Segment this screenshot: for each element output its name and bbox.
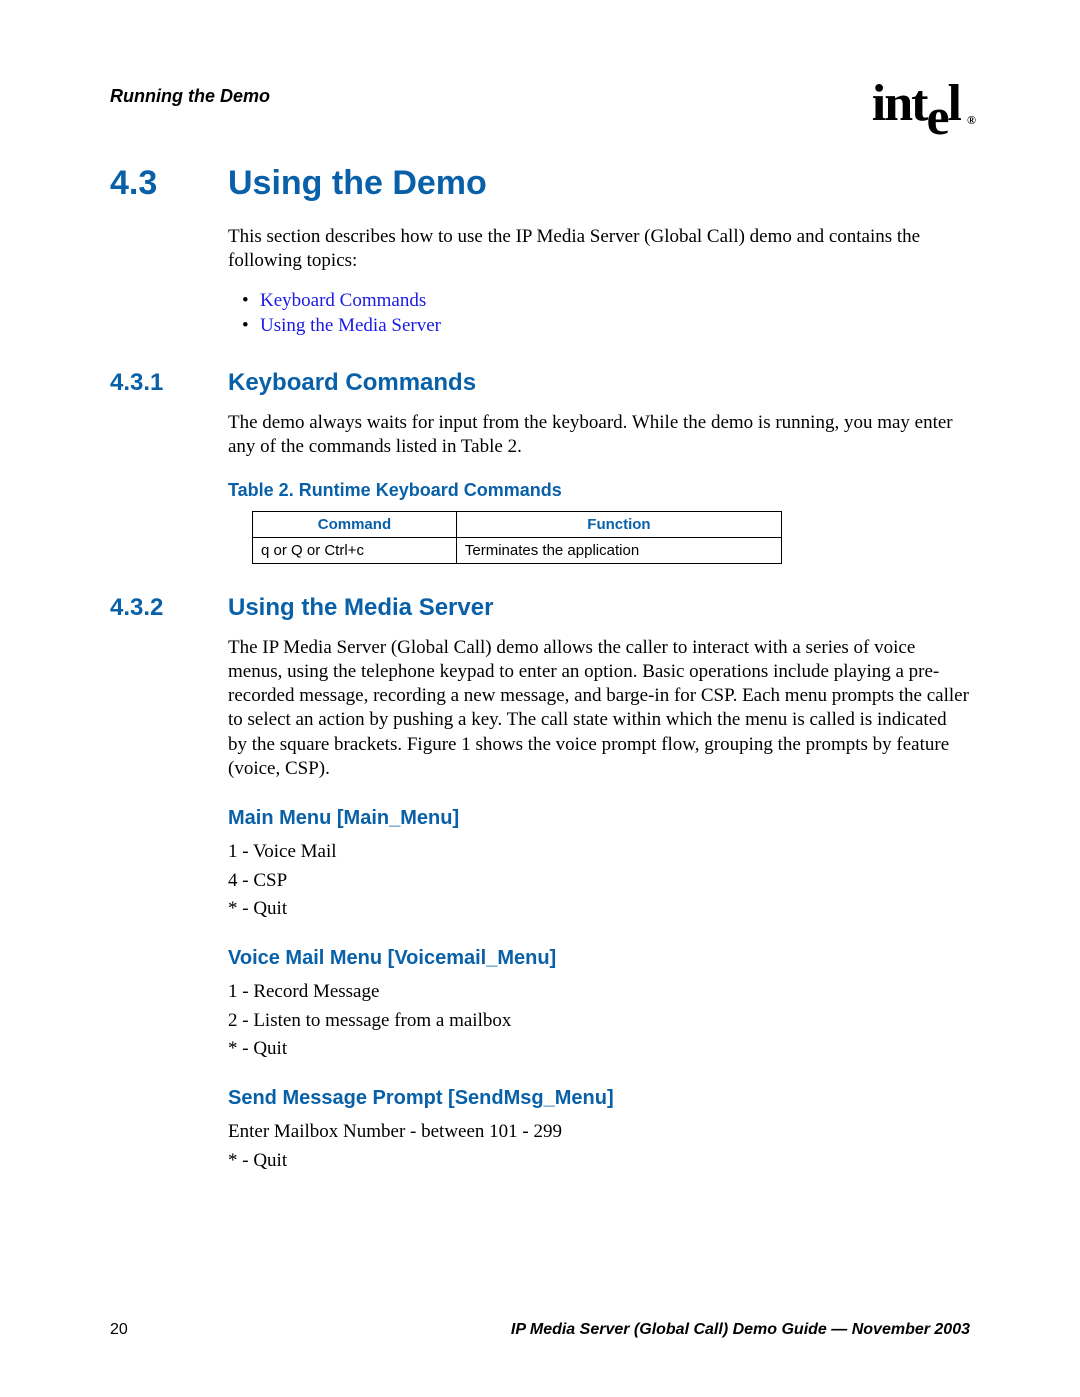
link-keyboard-commands[interactable]: Keyboard Commands <box>260 290 426 311</box>
section-body: This section describes how to use the IP… <box>228 225 970 339</box>
menu-item: 4 - CSP <box>228 869 970 893</box>
subsection-title: Keyboard Commands <box>228 369 476 397</box>
menu-heading: Send Message Prompt [SendMsg_Menu] <box>228 1087 970 1110</box>
menu-heading: Main Menu [Main_Menu] <box>228 807 970 830</box>
table-caption: Table 2. Runtime Keyboard Commands <box>228 480 970 501</box>
intel-logo: intel® <box>872 78 970 130</box>
page-header: Running the Demo intel® <box>110 78 970 130</box>
menu-heading: Voice Mail Menu [Voicemail_Menu] <box>228 947 970 970</box>
menu-item: * - Quit <box>228 1149 970 1173</box>
link-using-media-server[interactable]: Using the Media Server <box>260 315 441 336</box>
running-header-title: Running the Demo <box>110 78 270 107</box>
table-header-cell: Function <box>456 511 781 537</box>
subsection-heading: 4.3.2 Using the Media Server <box>110 594 970 622</box>
section-number: 4.3 <box>110 164 180 203</box>
menu-item: 1 - Record Message <box>228 980 970 1004</box>
table-header-row: Command Function <box>253 511 782 537</box>
menu-item: * - Quit <box>228 897 970 921</box>
menu-item: Enter Mailbox Number - between 101 - 299 <box>228 1120 970 1144</box>
paragraph: The IP Media Server (Global Call) demo a… <box>228 636 970 782</box>
subsection-number: 4.3.1 <box>110 369 180 397</box>
menu-item: * - Quit <box>228 1037 970 1061</box>
list-item: Keyboard Commands <box>242 288 970 314</box>
section-heading: 4.3 Using the Demo <box>110 164 970 203</box>
topic-list: Keyboard Commands Using the Media Server <box>242 288 970 339</box>
subsection-body: The IP Media Server (Global Call) demo a… <box>228 636 970 1173</box>
subsection-number: 4.3.2 <box>110 594 180 622</box>
table-row: q or Q or Ctrl+c Terminates the applicat… <box>253 537 782 563</box>
table-cell: q or Q or Ctrl+c <box>253 537 457 563</box>
section-title: Using the Demo <box>228 164 487 203</box>
keyboard-commands-table: Command Function q or Q or Ctrl+c Termin… <box>252 511 782 564</box>
page-container: Running the Demo intel® 4.3 Using the De… <box>0 0 1080 1397</box>
page-footer: 20 IP Media Server (Global Call) Demo Gu… <box>110 1321 970 1339</box>
section-intro: This section describes how to use the IP… <box>228 225 970 274</box>
document-title: IP Media Server (Global Call) Demo Guide… <box>511 1321 970 1339</box>
page-number: 20 <box>110 1321 128 1339</box>
menu-item: 1 - Voice Mail <box>228 840 970 864</box>
menu-item: 2 - Listen to message from a mailbox <box>228 1009 970 1033</box>
table-header-cell: Command <box>253 511 457 537</box>
table-cell: Terminates the application <box>456 537 781 563</box>
paragraph: The demo always waits for input from the… <box>228 411 970 460</box>
subsection-heading: 4.3.1 Keyboard Commands <box>110 369 970 397</box>
subsection-title: Using the Media Server <box>228 594 493 622</box>
list-item: Using the Media Server <box>242 313 970 339</box>
subsection-body: The demo always waits for input from the… <box>228 411 970 564</box>
